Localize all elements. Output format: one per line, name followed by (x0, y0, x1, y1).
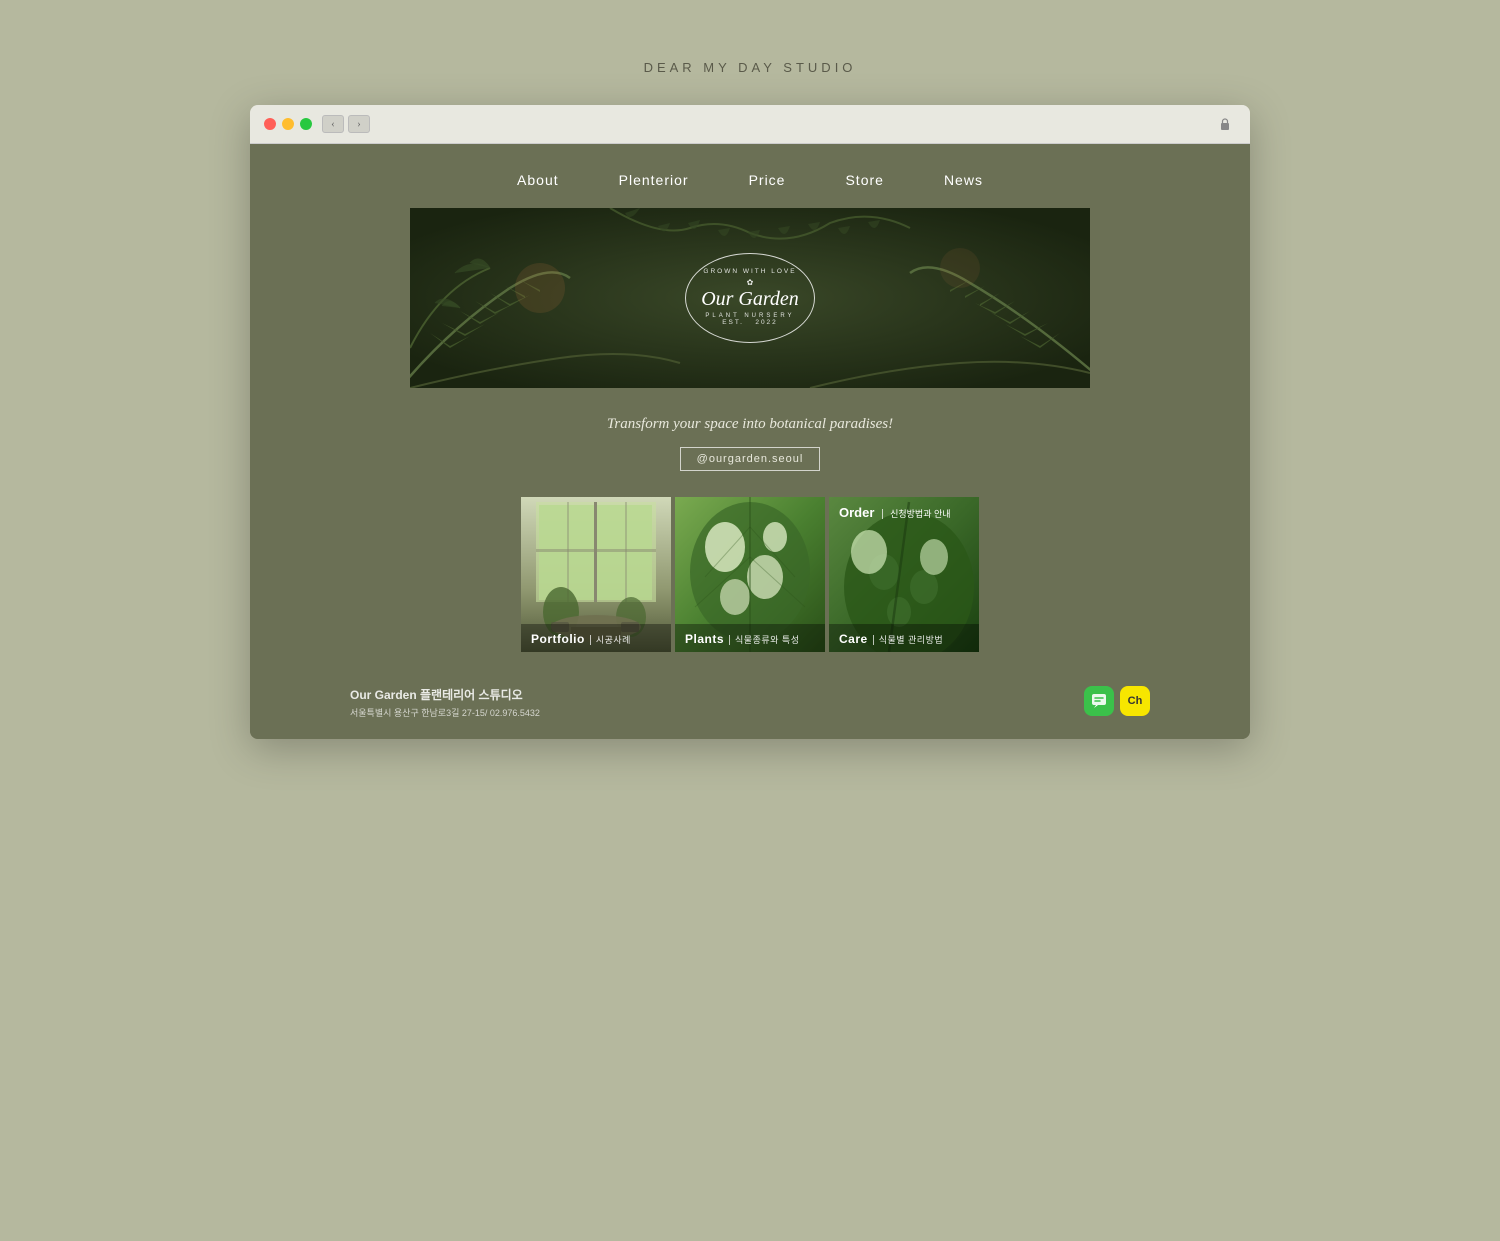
logo-grown-text: GROWN WITH LOVE (703, 268, 796, 275)
minimize-button[interactable] (282, 118, 294, 130)
studio-title: DEAR MY DAY STUDIO (644, 60, 857, 75)
logo-leaf-icon: ✿ (747, 278, 754, 287)
nav-buttons: ‹ › (322, 115, 370, 133)
nav-about[interactable]: About (517, 172, 559, 188)
nav-store[interactable]: Store (845, 172, 883, 188)
forward-button[interactable]: › (348, 115, 370, 133)
plants-card[interactable]: Plants식물종류와 특성 (675, 497, 825, 652)
maximize-button[interactable] (300, 118, 312, 130)
browser-window: ‹ › About Plenterior Price Store News (250, 105, 1250, 739)
nav-plenterior[interactable]: Plenterior (619, 172, 689, 188)
portfolio-card[interactable]: Portfolio시공사례 (521, 497, 671, 652)
traffic-lights (264, 118, 312, 130)
browser-toolbar: ‹ › (250, 105, 1250, 144)
care-card[interactable]: Order 신청방법과 안내 Care식물별 관리방법 (829, 497, 979, 652)
nav-news[interactable]: News (944, 172, 983, 188)
hero-logo: GROWN WITH LOVE ✿ Our Garden PLANT NURSE… (685, 253, 815, 343)
plants-label: Plants식물종류와 특성 (675, 624, 825, 652)
footer-address: 서울특별시 용산구 한남로3길 27-15/ 02.976.5432 (350, 706, 540, 719)
hero-banner: GROWN WITH LOVE ✿ Our Garden PLANT NURSE… (410, 208, 1090, 388)
chat-green-icon[interactable] (1084, 686, 1114, 716)
lock-icon (1214, 115, 1236, 133)
logo-est-year: EST. 2022 (722, 319, 778, 326)
care-label: Care식물별 관리방법 (829, 624, 979, 652)
order-overlay: Order 신청방법과 안내 (829, 497, 979, 528)
footer-info: Our Garden 플랜테리어 스튜디오 서울특별시 용산구 한남로3길 27… (350, 686, 540, 719)
site-nav: About Plenterior Price Store News (250, 144, 1250, 208)
logo-main-text: Our Garden (701, 288, 799, 310)
footer-company-name: Our Garden 플랜테리어 스튜디오 (350, 686, 540, 703)
tagline-section: Transform your space into botanical para… (250, 388, 1250, 481)
tagline-text: Transform your space into botanical para… (250, 416, 1250, 433)
close-button[interactable] (264, 118, 276, 130)
cards-section: Portfolio시공사례 (250, 481, 1250, 672)
footer-section: Our Garden 플랜테리어 스튜디오 서울특별시 용산구 한남로3길 27… (250, 672, 1250, 739)
footer-icons: Ch (1084, 686, 1150, 716)
nav-price[interactable]: Price (749, 172, 786, 188)
chat-yellow-icon[interactable]: Ch (1120, 686, 1150, 716)
website-content: About Plenterior Price Store News (250, 144, 1250, 739)
instagram-button[interactable]: @ourgarden.seoul (680, 447, 821, 471)
back-button[interactable]: ‹ (322, 115, 344, 133)
portfolio-label: Portfolio시공사례 (521, 624, 671, 652)
